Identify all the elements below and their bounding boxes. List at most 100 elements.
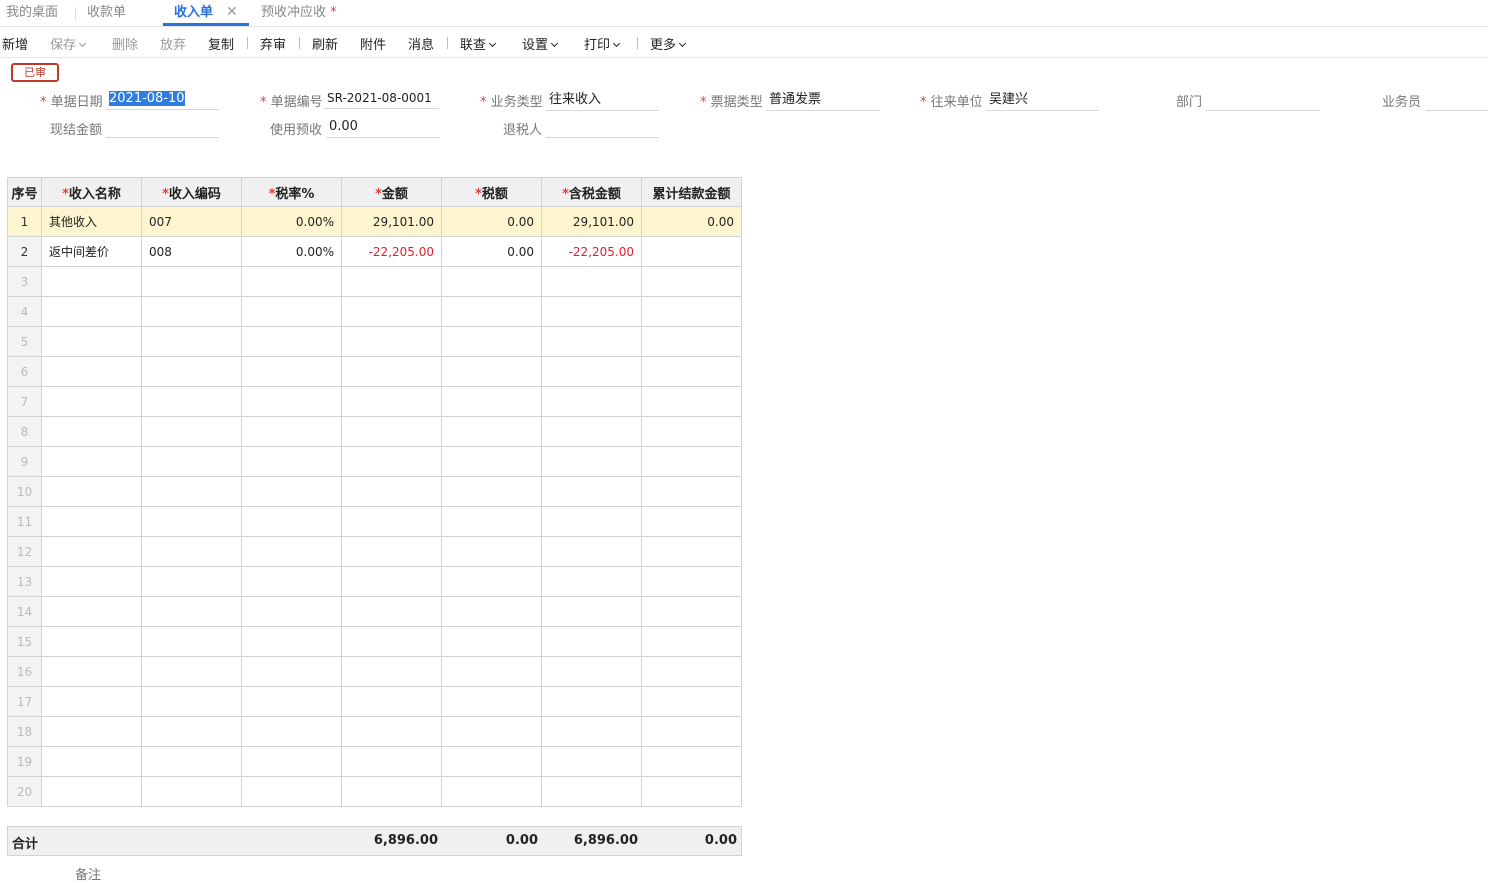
amount-with-tax-cell[interactable]: 29,101.00	[541, 206, 642, 237]
grid-cell[interactable]	[641, 746, 742, 777]
grid-cell[interactable]	[641, 536, 742, 567]
grid-cell[interactable]	[241, 746, 342, 777]
save-button[interactable]: 保存	[50, 34, 87, 53]
amount-cell[interactable]: -22,205.00	[341, 236, 442, 267]
grid-cell[interactable]	[541, 476, 642, 507]
grid-cell[interactable]	[41, 716, 142, 747]
grid-cell[interactable]	[141, 266, 242, 297]
grid-cell[interactable]	[541, 626, 642, 657]
discard-button[interactable]: 放弃	[160, 34, 186, 53]
grid-cell[interactable]	[41, 536, 142, 567]
grid-cell[interactable]	[241, 356, 342, 387]
tax-rate-cell[interactable]: 0.00%	[241, 236, 342, 267]
grid-cell[interactable]	[541, 386, 642, 417]
grid-cell[interactable]	[41, 326, 142, 357]
grid-cell[interactable]	[641, 626, 742, 657]
income-name-cell[interactable]: 返中间差价	[41, 236, 142, 267]
grid-cell[interactable]	[641, 506, 742, 537]
col-header-tax-rate[interactable]: *税率%	[241, 177, 342, 207]
grid-cell[interactable]	[441, 716, 542, 747]
tab-receipt[interactable]: 收款单	[87, 0, 126, 27]
grid-cell[interactable]	[441, 566, 542, 597]
grid-cell[interactable]	[241, 626, 342, 657]
table-row[interactable]: 11	[7, 506, 742, 537]
grid-cell[interactable]	[141, 566, 242, 597]
table-row[interactable]: 12	[7, 536, 742, 567]
print-button[interactable]: 打印	[584, 34, 621, 53]
grid-cell[interactable]	[541, 326, 642, 357]
grid-cell[interactable]	[41, 446, 142, 477]
new-button[interactable]: 新增	[2, 34, 28, 53]
grid-cell[interactable]	[41, 296, 142, 327]
grid-cell[interactable]	[141, 386, 242, 417]
grid-cell[interactable]	[541, 776, 642, 807]
table-row[interactable]: 5	[7, 326, 742, 357]
biz-type-field[interactable]: 往来收入	[546, 91, 659, 111]
grid-cell[interactable]	[41, 416, 142, 447]
tax-cell[interactable]: 0.00	[441, 206, 542, 237]
grid-cell[interactable]	[141, 776, 242, 807]
grid-cell[interactable]	[641, 716, 742, 747]
salesman-field[interactable]	[1426, 91, 1488, 111]
grid-cell[interactable]	[41, 596, 142, 627]
refresh-button[interactable]: 刷新	[312, 34, 338, 53]
message-button[interactable]: 消息	[408, 34, 434, 53]
grid-cell[interactable]	[241, 716, 342, 747]
table-row[interactable]: 17	[7, 686, 742, 717]
doc-date-field[interactable]: 2021-08-10	[106, 90, 219, 110]
grid-cell[interactable]	[241, 686, 342, 717]
grid-cell[interactable]	[341, 326, 442, 357]
grid-cell[interactable]	[441, 686, 542, 717]
table-row[interactable]: 18	[7, 716, 742, 747]
grid-cell[interactable]	[341, 746, 442, 777]
grid-cell[interactable]	[341, 686, 442, 717]
grid-cell[interactable]	[41, 776, 142, 807]
grid-cell[interactable]	[141, 326, 242, 357]
table-row[interactable]: 20	[7, 776, 742, 807]
copy-button[interactable]: 复制	[208, 34, 234, 53]
grid-cell[interactable]	[41, 656, 142, 687]
grid-cell[interactable]	[341, 356, 442, 387]
grid-cell[interactable]	[341, 776, 442, 807]
grid-cell[interactable]	[641, 776, 742, 807]
tab-my-desktop[interactable]: 我的桌面	[6, 0, 58, 27]
grid-cell[interactable]	[141, 476, 242, 507]
amount-cell[interactable]: 29,101.00	[341, 206, 442, 237]
grid-cell[interactable]	[341, 626, 442, 657]
grid-cell[interactable]	[441, 596, 542, 627]
grid-cell[interactable]	[341, 536, 442, 567]
grid-cell[interactable]	[541, 656, 642, 687]
grid-cell[interactable]	[441, 656, 542, 687]
grid-cell[interactable]	[641, 326, 742, 357]
grid-cell[interactable]	[541, 716, 642, 747]
col-header-income-name[interactable]: *收入名称	[41, 177, 142, 207]
tax-rate-cell[interactable]: 0.00%	[241, 206, 342, 237]
grid-cell[interactable]	[241, 566, 342, 597]
grid-cell[interactable]	[541, 296, 642, 327]
table-row[interactable]: 16	[7, 656, 742, 687]
doc-no-field[interactable]: SR-2021-08-0001	[324, 89, 439, 109]
grid-cell[interactable]	[141, 686, 242, 717]
table-row[interactable]: 7	[7, 386, 742, 417]
invoice-type-field[interactable]: 普通发票	[766, 91, 879, 111]
cash-settle-field[interactable]	[106, 118, 219, 138]
grid-cell[interactable]	[41, 386, 142, 417]
grid-cell[interactable]	[141, 446, 242, 477]
grid-cell[interactable]	[241, 506, 342, 537]
grid-cell[interactable]	[641, 596, 742, 627]
table-row[interactable]: 19	[7, 746, 742, 777]
grid-cell[interactable]	[641, 566, 742, 597]
table-row[interactable]: 15	[7, 626, 742, 657]
grid-cell[interactable]	[41, 356, 142, 387]
table-row[interactable]: 14	[7, 596, 742, 627]
table-row[interactable]: 1 其他收入 007 0.00% 29,101.00 0.00 29,101.0…	[7, 206, 742, 237]
income-name-cell[interactable]: 其他收入	[41, 206, 142, 237]
grid-cell[interactable]	[41, 476, 142, 507]
use-prepay-field[interactable]: 0.00	[326, 118, 439, 138]
linked-query-button[interactable]: 联查	[460, 34, 497, 53]
grid-cell[interactable]	[641, 446, 742, 477]
grid-cell[interactable]	[541, 596, 642, 627]
grid-cell[interactable]	[441, 536, 542, 567]
grid-cell[interactable]	[341, 266, 442, 297]
grid-cell[interactable]	[541, 446, 642, 477]
